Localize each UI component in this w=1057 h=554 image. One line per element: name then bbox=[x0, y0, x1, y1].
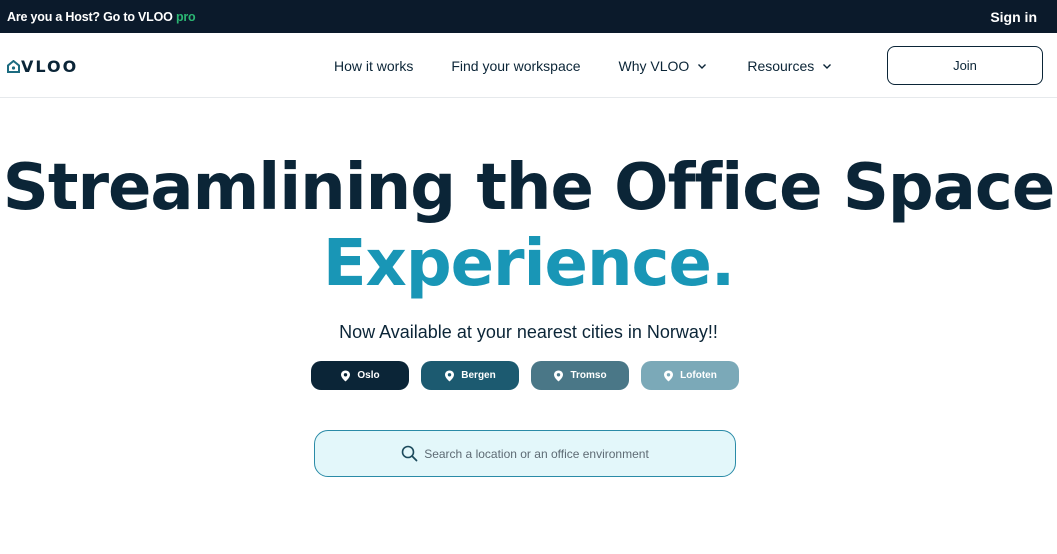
host-promo-text: Are you a Host? Go to VLOO bbox=[7, 9, 173, 24]
location-pin-icon bbox=[664, 370, 674, 381]
city-label: Tromso bbox=[570, 370, 607, 381]
nav-find-workspace[interactable]: Find your workspace bbox=[451, 58, 580, 74]
city-label: Bergen bbox=[461, 370, 496, 381]
hero-headline-line2: Experience. bbox=[322, 227, 735, 301]
search-input[interactable]: Search a location or an office environme… bbox=[314, 430, 736, 477]
city-button-lofoten[interactable]: Lofoten bbox=[641, 361, 739, 390]
chevron-down-icon bbox=[698, 63, 707, 69]
hero-headline-line1: Streamlining the Office Space bbox=[2, 151, 1056, 225]
sign-in-link[interactable]: Sign in bbox=[990, 9, 1037, 25]
nav-why-vloo-label: Why VLOO bbox=[618, 57, 690, 74]
city-button-oslo[interactable]: Oslo bbox=[311, 361, 409, 390]
logo[interactable]: VLOO bbox=[7, 57, 78, 76]
nav-links: How it works Find your workspace Why VLO… bbox=[334, 33, 832, 98]
hero-headline: Streamlining the Office Space Experience… bbox=[0, 150, 1057, 302]
chevron-down-icon bbox=[823, 63, 832, 69]
house-logo-icon bbox=[7, 60, 20, 73]
hero-subtitle: Now Available at your nearest cities in … bbox=[339, 322, 718, 342]
nav-how-it-works[interactable]: How it works bbox=[334, 58, 413, 74]
city-label: Oslo bbox=[357, 370, 380, 381]
city-button-tromso[interactable]: Tromso bbox=[531, 361, 629, 390]
search-placeholder: Search a location or an office environme… bbox=[424, 446, 649, 461]
city-buttons: Oslo Bergen Tromso Lofoten bbox=[311, 361, 739, 390]
nav-resources[interactable]: Resources bbox=[747, 58, 832, 74]
location-pin-icon bbox=[445, 370, 455, 381]
location-pin-icon bbox=[554, 370, 564, 381]
city-button-bergen[interactable]: Bergen bbox=[421, 361, 519, 390]
city-label: Lofoten bbox=[680, 370, 717, 381]
location-pin-icon bbox=[341, 370, 351, 381]
nav-why-vloo[interactable]: Why VLOO bbox=[619, 58, 708, 74]
search-icon bbox=[401, 445, 418, 462]
join-button[interactable]: Join bbox=[887, 46, 1043, 85]
nav-how-it-works-label: How it works bbox=[334, 57, 414, 74]
main-nav: VLOO How it works Find your workspace Wh… bbox=[0, 33, 1057, 98]
logo-text: VLOO bbox=[21, 57, 79, 76]
host-promo-pro: pro bbox=[175, 9, 196, 24]
nav-find-workspace-label: Find your workspace bbox=[451, 57, 581, 74]
top-banner: Are you a Host? Go to VLOO pro Sign in bbox=[0, 0, 1057, 33]
nav-resources-label: Resources bbox=[747, 57, 815, 74]
host-promo-link[interactable]: Are you a Host? Go to VLOO pro bbox=[7, 9, 196, 24]
